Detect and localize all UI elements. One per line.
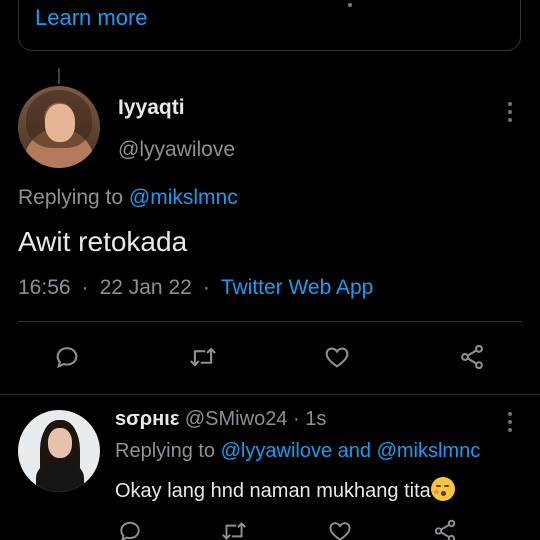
tweet-meta: 16:56 · 22 Jan 22 · Twitter Web App [18, 276, 373, 300]
retweet-icon [222, 522, 246, 540]
reply-text-body: Okay lang hnd naman mukhang tita [115, 480, 431, 502]
reply-header: ѕσρнιε @SMiwo24 · 1s [115, 408, 326, 431]
divider [0, 394, 540, 395]
link-card[interactable]: Learn more [18, 0, 521, 51]
avatar-face [48, 428, 72, 458]
more-options-icon[interactable] [507, 102, 513, 126]
like-button[interactable] [327, 518, 353, 540]
like-icon [329, 522, 351, 540]
retweet-icon [190, 347, 216, 367]
replying-to: Replying to @mikslmnc [18, 186, 238, 210]
share-icon [461, 344, 483, 370]
learn-more-link[interactable]: Learn more [35, 5, 148, 31]
reply-text: Okay lang hnd naman mukhang tita [115, 477, 455, 503]
replying-prefix: Replying to [115, 440, 216, 462]
meta-separator: · [81, 276, 89, 299]
tweet-source-link[interactable]: Twitter Web App [221, 276, 374, 299]
mention-link[interactable]: @lyyawilove [221, 440, 332, 462]
more-options-icon[interactable] [507, 412, 513, 436]
user-handle[interactable]: @lyyawilove [118, 138, 235, 162]
share-button[interactable] [432, 518, 458, 540]
reply-handle[interactable]: @SMiwo24 [185, 408, 288, 430]
avatar[interactable] [18, 86, 100, 168]
share-button[interactable] [458, 343, 486, 371]
avatar-body [36, 462, 84, 492]
tweet-text: Awit retokada [18, 226, 188, 257]
mention-link[interactable]: @mikslmnc [377, 440, 481, 462]
display-name[interactable]: Iyyaqti [118, 96, 185, 120]
like-button[interactable] [323, 343, 351, 371]
mention-link[interactable]: @mikslmnc [129, 186, 238, 209]
card-dot [348, 3, 352, 7]
kissing-face-emoji-icon [430, 477, 455, 501]
reply-button[interactable] [117, 518, 143, 540]
reply-icon [56, 347, 78, 369]
reply-separator: · [293, 408, 300, 430]
reply-age: 1s [305, 408, 327, 430]
reply-replying-to: Replying to @lyyawilove and @mikslmnc [115, 440, 480, 463]
retweet-button[interactable] [220, 518, 248, 540]
replying-prefix: Replying to [18, 186, 124, 209]
like-icon [325, 347, 349, 368]
mention-and: and [337, 440, 372, 462]
retweet-button[interactable] [188, 343, 218, 371]
reply-icon [120, 521, 140, 540]
tweet-date: 22 Jan 22 [99, 276, 192, 299]
tweet-time: 16:56 [18, 276, 71, 299]
reply-button[interactable] [53, 343, 81, 371]
reply-avatar[interactable] [18, 410, 100, 492]
thread-connector [58, 68, 60, 84]
share-icon [434, 519, 456, 540]
meta-separator: · [202, 276, 210, 299]
avatar-face [45, 104, 75, 142]
reply-display-name[interactable]: ѕσρнιε [115, 408, 179, 430]
divider [18, 321, 522, 322]
tweet-detail-screen: Learn more Iyyaqti @lyyawilove Replying … [0, 0, 540, 540]
